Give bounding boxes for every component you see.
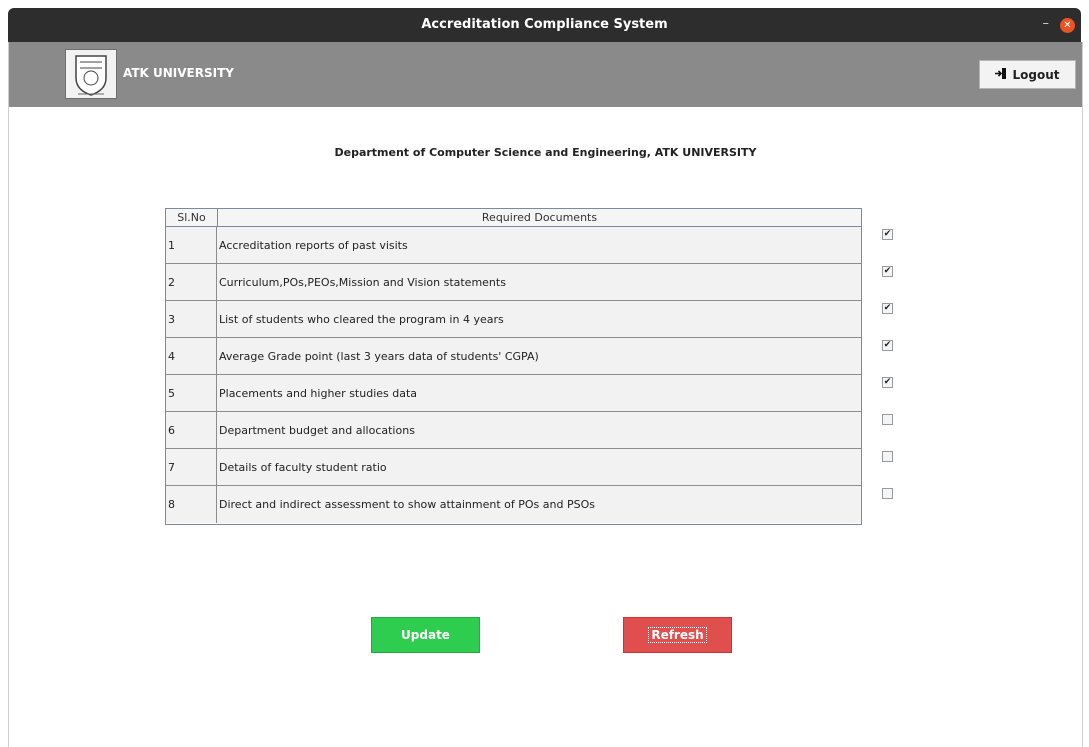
table-row[interactable]: 2 Curriculum,POs,PEOs,Mission and Vision … — [166, 264, 861, 301]
window-title: Accreditation Compliance System — [421, 17, 668, 32]
cell-document: Placements and higher studies data — [219, 386, 418, 400]
app-header: ATK UNIVERSITY Logout — [9, 42, 1082, 107]
table-row[interactable]: 5 Placements and higher studies data — [166, 375, 861, 412]
document-checkbox[interactable] — [882, 488, 893, 499]
document-checkbox[interactable]: ✔ — [882, 303, 893, 314]
table-header: Sl.No Required Documents — [166, 209, 861, 227]
university-logo — [65, 49, 117, 99]
cell-document: Accreditation reports of past visits — [219, 238, 408, 252]
table-row[interactable]: 6 Department budget and allocations — [166, 412, 861, 449]
cell-slno: 7 — [166, 449, 217, 485]
department-title: Department of Computer Science and Engin… — [334, 146, 757, 159]
document-checkbox[interactable] — [882, 451, 893, 462]
refresh-button[interactable]: Refresh — [623, 617, 732, 653]
table-row[interactable]: 4 Average Grade point (last 3 years data … — [166, 338, 861, 375]
table-row[interactable]: 7 Details of faculty student ratio — [166, 449, 861, 486]
cell-slno: 2 — [166, 264, 217, 300]
cell-slno: 4 — [166, 338, 217, 374]
cell-slno: 6 — [166, 412, 217, 448]
update-label: Update — [401, 628, 450, 642]
document-checkbox[interactable] — [882, 414, 893, 425]
cell-document: List of students who cleared the program… — [219, 312, 504, 326]
cell-document: Department budget and allocations — [219, 423, 415, 437]
cell-document: Curriculum,POs,PEOs,Mission and Vision s… — [219, 275, 506, 289]
cell-document: Average Grade point (last 3 years data o… — [219, 349, 539, 363]
document-checkbox[interactable]: ✔ — [882, 377, 893, 388]
col-header-slno: Sl.No — [166, 209, 218, 226]
cell-slno: 3 — [166, 301, 217, 337]
document-checkbox[interactable]: ✔ — [882, 340, 893, 351]
logout-button[interactable]: Logout — [979, 60, 1076, 89]
table-row[interactable]: 3 List of students who cleared the progra… — [166, 301, 861, 338]
document-checkbox[interactable]: ✔ — [882, 229, 893, 240]
logout-icon — [995, 67, 1007, 82]
cell-document: Direct and indirect assessment to show a… — [219, 498, 595, 511]
window-titlebar: Accreditation Compliance System – ✕ — [8, 8, 1081, 42]
table-row[interactable]: 8 Direct and indirect assessment to show … — [166, 486, 861, 523]
refresh-label: Refresh — [648, 627, 707, 643]
close-button[interactable]: ✕ — [1060, 18, 1075, 33]
col-header-documents: Required Documents — [481, 211, 598, 224]
logout-label: Logout — [1012, 67, 1060, 82]
table-row[interactable]: 1 Accreditation reports of past visits — [166, 227, 861, 264]
cell-slno: 5 — [166, 375, 217, 411]
org-name: ATK UNIVERSITY — [123, 66, 234, 80]
documents-table: Sl.No Required Documents 1 Accreditation … — [165, 208, 862, 525]
document-checkbox[interactable]: ✔ — [882, 266, 893, 277]
cell-slno: 1 — [166, 227, 217, 263]
cell-document: Details of faculty student ratio — [219, 460, 387, 474]
minimize-button[interactable]: – — [1043, 16, 1050, 31]
app-window: ATK UNIVERSITY Logout Department of Comp… — [8, 42, 1083, 747]
update-button[interactable]: Update — [371, 617, 480, 653]
cell-slno: 8 — [166, 486, 217, 523]
